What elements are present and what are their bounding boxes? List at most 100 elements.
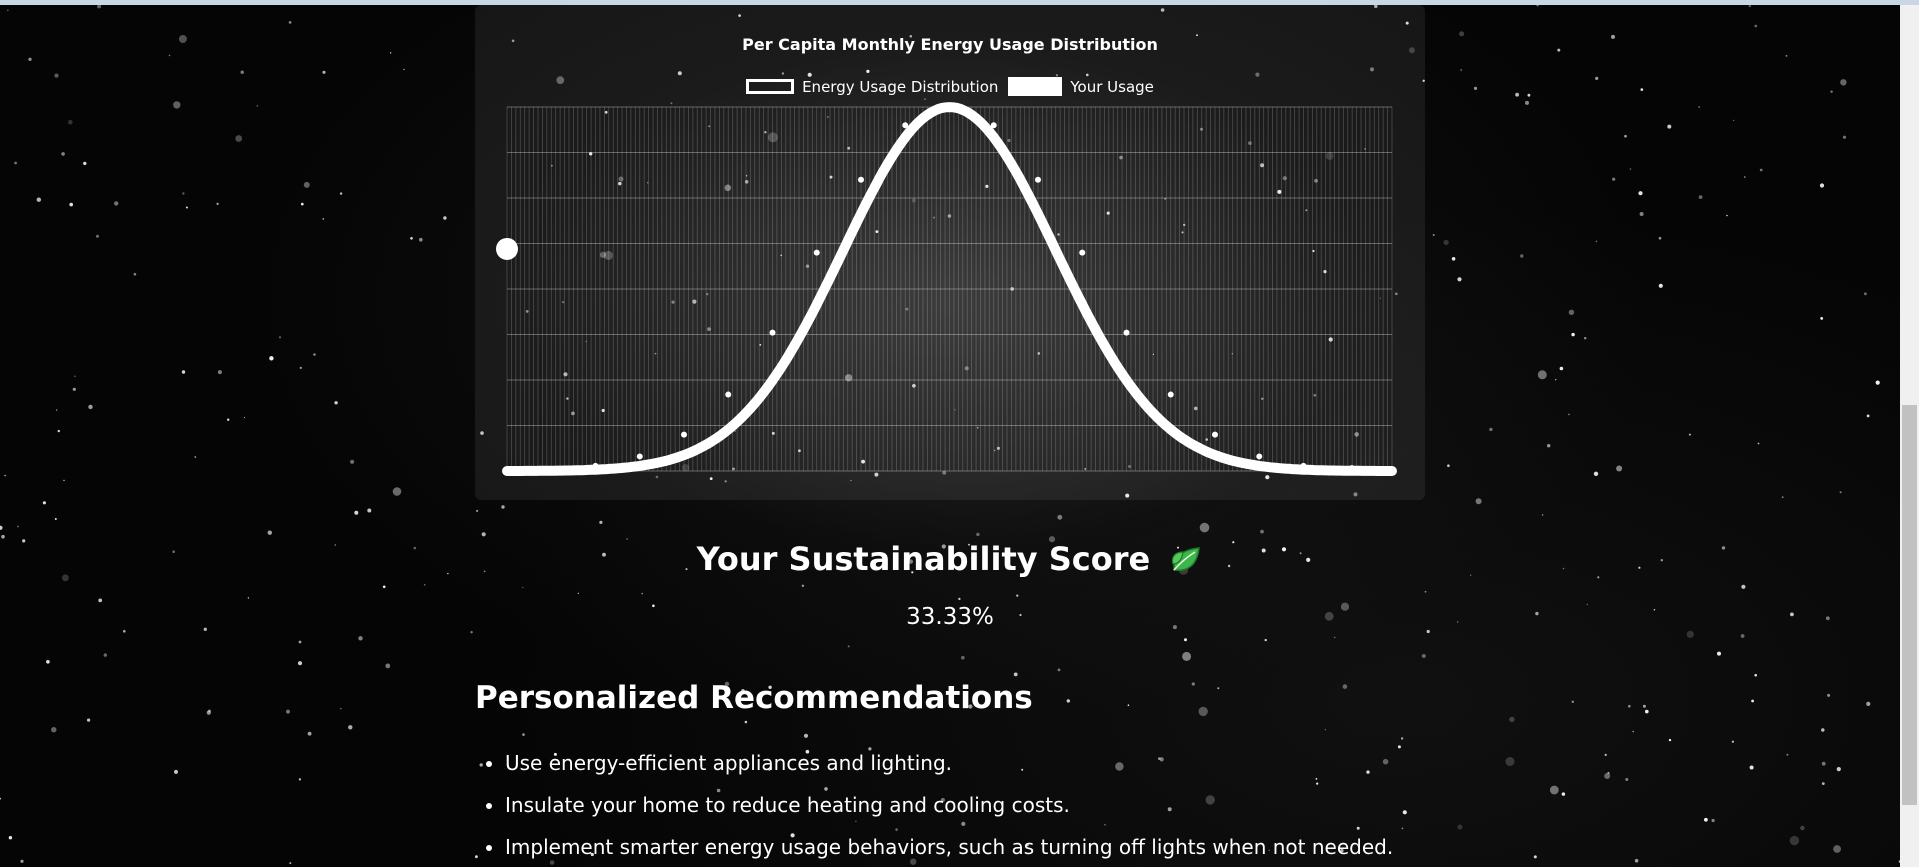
star-dot	[1057, 668, 1061, 672]
star-dot	[288, 21, 292, 24]
distribution-point[interactable]	[681, 431, 687, 438]
star-dot	[83, 161, 87, 166]
distribution-point[interactable]	[592, 462, 599, 469]
star-dot	[1711, 818, 1715, 823]
star-dot	[1426, 629, 1430, 634]
star-dot	[68, 119, 73, 125]
star-dot	[1698, 195, 1703, 200]
star-dot	[1748, 5, 1751, 8]
distribution-point[interactable]	[1300, 462, 1307, 469]
star-dot	[354, 510, 359, 515]
star-dot	[641, 592, 643, 595]
score-value: 33.33%	[906, 604, 994, 630]
star-dot	[174, 769, 178, 774]
star-dot	[322, 70, 326, 74]
distribution-point[interactable]	[1123, 329, 1130, 336]
star-dot	[235, 135, 243, 142]
star-dot	[1733, 119, 1735, 121]
star-dot	[1639, 212, 1644, 216]
distribution-point[interactable]	[1256, 453, 1263, 460]
star-dot	[17, 525, 19, 528]
distribution-point[interactable]	[636, 453, 643, 460]
star-dot	[178, 35, 187, 43]
star-dot	[74, 375, 76, 377]
distribution-point[interactable]	[1212, 431, 1218, 438]
distribution-point[interactable]	[858, 176, 864, 183]
star-dot	[1013, 672, 1018, 677]
star-dot	[1557, 48, 1561, 52]
scrollbar-thumb[interactable]	[1902, 405, 1917, 805]
recommendation-item: Insulate your home to reduce heating and…	[505, 784, 1393, 826]
star-dot	[313, 353, 316, 356]
star-dot	[1821, 728, 1825, 732]
star-dot	[87, 718, 91, 722]
distribution-point[interactable]	[504, 468, 510, 474]
page-scrollbar[interactable]	[1900, 5, 1919, 867]
star-dot	[1457, 277, 1462, 282]
star-dot	[1584, 337, 1587, 340]
distribution-point[interactable]	[725, 391, 732, 398]
star-dot	[57, 429, 60, 433]
star-dot	[1520, 254, 1524, 258]
chart-plot	[496, 102, 1397, 476]
star-dot	[1820, 317, 1824, 320]
star-dot	[1754, 673, 1757, 677]
star-dot	[481, 532, 486, 537]
star-dot	[103, 653, 108, 657]
star-dot	[1489, 427, 1493, 432]
distribution-point[interactable]	[902, 122, 909, 129]
distribution-point[interactable]	[548, 466, 555, 473]
star-dot	[286, 709, 290, 714]
star-dot	[1459, 31, 1465, 37]
star-dot	[1447, 464, 1450, 468]
distribution-point[interactable]	[946, 104, 953, 110]
distribution-point[interactable]	[1035, 176, 1041, 183]
star-dot	[1595, 240, 1598, 243]
star-dot	[1875, 380, 1880, 385]
star-dot	[307, 731, 312, 736]
star-dot	[1731, 740, 1734, 743]
star-dot	[1827, 693, 1831, 697]
star-dot	[8, 836, 13, 840]
star-dot	[36, 197, 41, 202]
star-dot	[443, 216, 447, 220]
distribution-point[interactable]	[1167, 391, 1174, 398]
star-dot	[410, 237, 413, 240]
distribution-point[interactable]	[1079, 249, 1086, 256]
star-dot	[599, 520, 603, 525]
star-dot	[1749, 765, 1754, 770]
star-dot	[1819, 183, 1825, 188]
star-dot	[501, 505, 505, 509]
star-dot	[1533, 855, 1537, 859]
distribution-point[interactable]	[1344, 466, 1351, 473]
star-dot	[1324, 729, 1326, 731]
star-dot	[1191, 682, 1195, 686]
your-usage-point[interactable]	[496, 237, 518, 260]
star-dot	[1525, 100, 1529, 105]
star-dot	[1199, 522, 1210, 533]
distribution-point[interactable]	[769, 329, 776, 336]
star-dot	[182, 192, 185, 195]
star-dot	[1333, 636, 1336, 639]
star-dot	[185, 206, 188, 209]
star-dot	[267, 530, 272, 535]
star-dot	[1571, 332, 1575, 337]
star-dot	[14, 161, 17, 165]
star-dot	[1740, 634, 1745, 638]
star-dot	[42, 501, 47, 505]
star-dot	[1668, 738, 1672, 742]
distribution-point[interactable]	[813, 249, 820, 256]
star-dot	[96, 234, 99, 238]
star-dot	[1786, 753, 1789, 756]
distribution-point[interactable]	[990, 122, 997, 129]
star-dot	[1634, 858, 1639, 863]
star-dot	[961, 655, 965, 660]
distribution-point[interactable]	[1389, 468, 1395, 474]
star-dot	[1182, 651, 1192, 661]
star-dot	[1527, 93, 1531, 97]
star-dot	[1836, 767, 1841, 772]
star-dot	[1640, 88, 1644, 91]
star-dot	[1821, 761, 1826, 766]
star-dot	[847, 645, 850, 648]
star-dot	[1658, 236, 1662, 240]
